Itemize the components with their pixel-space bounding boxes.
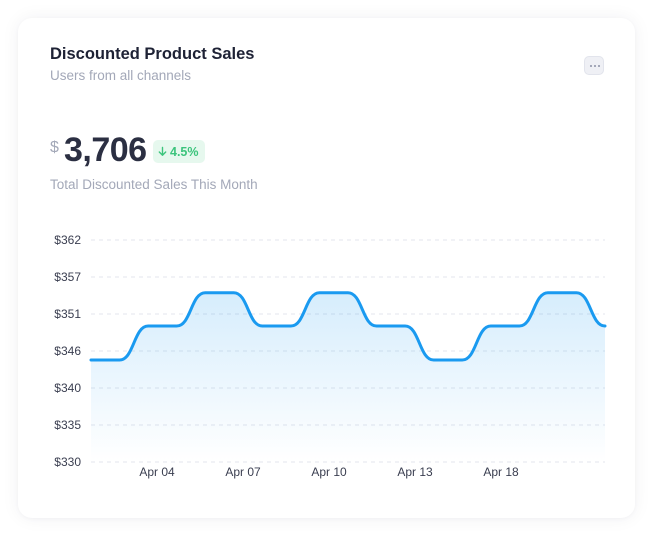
- x-tick-label: Apr 10: [311, 465, 347, 479]
- y-tick-label: $362: [54, 233, 81, 247]
- x-tick-label: Apr 18: [483, 465, 519, 479]
- x-tick-label: Apr 04: [139, 465, 175, 479]
- sales-card: Discounted Product Sales Users from all …: [18, 18, 635, 518]
- x-tick-label: Apr 07: [225, 465, 261, 479]
- x-tick-label: Apr 13: [397, 465, 433, 479]
- y-tick-label: $351: [54, 307, 81, 321]
- sales-area-chart: $330 $335 $340 $346 $351 $357 $362 Apr 04 Apr 0…: [54, 233, 607, 479]
- y-tick-label: $340: [54, 381, 81, 395]
- y-tick-label: $357: [54, 270, 81, 284]
- y-tick-label: $346: [54, 344, 81, 358]
- y-tick-label: $330: [54, 455, 81, 469]
- y-tick-label: $335: [54, 418, 81, 432]
